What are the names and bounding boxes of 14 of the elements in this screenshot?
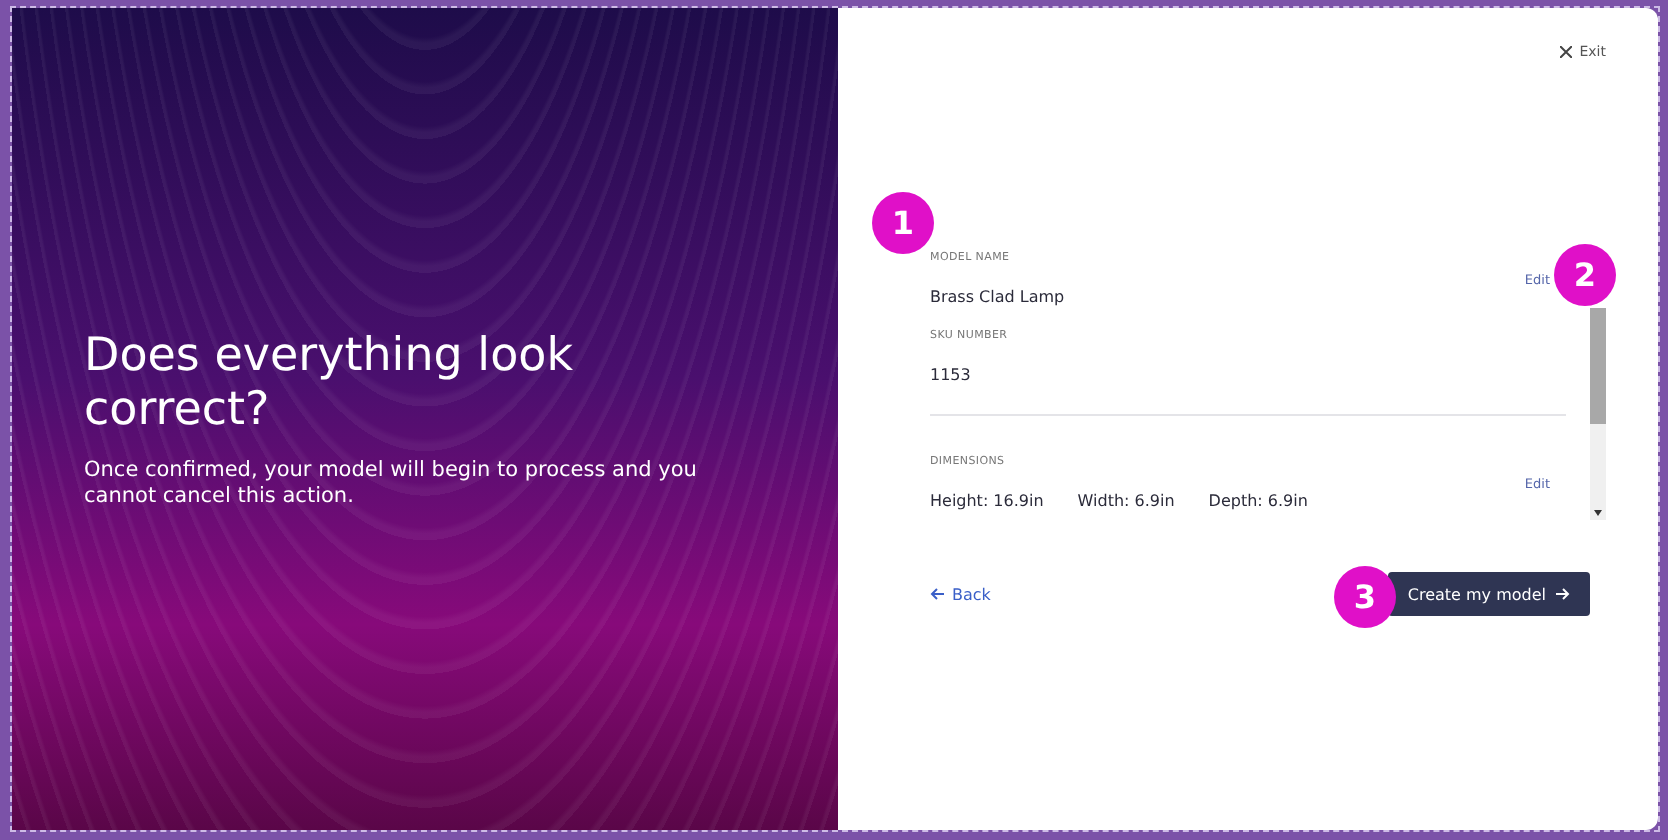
arrow-right-icon [1556, 588, 1570, 600]
description-text: Once confirmed, your model will begin to process and you cannot cancel this action. [84, 457, 699, 509]
back-link[interactable]: Back [930, 585, 991, 603]
field-value: Depth: 6.9in [1208, 492, 1308, 510]
close-icon [1559, 46, 1572, 58]
arrow-left-icon [930, 588, 944, 600]
field-value: 1153 [930, 366, 971, 384]
field-value: Brass Clad Lamp [930, 288, 1065, 306]
page-heading: Does everything look correct? [84, 329, 576, 437]
scroll-down-icon[interactable] [1594, 510, 1602, 516]
create-model-button[interactable]: Create my model [1387, 572, 1590, 616]
field-value: Height: 16.9in [930, 492, 1044, 510]
scrollbar[interactable] [1590, 308, 1606, 520]
field-value: Width: 6.9in [1077, 492, 1175, 510]
